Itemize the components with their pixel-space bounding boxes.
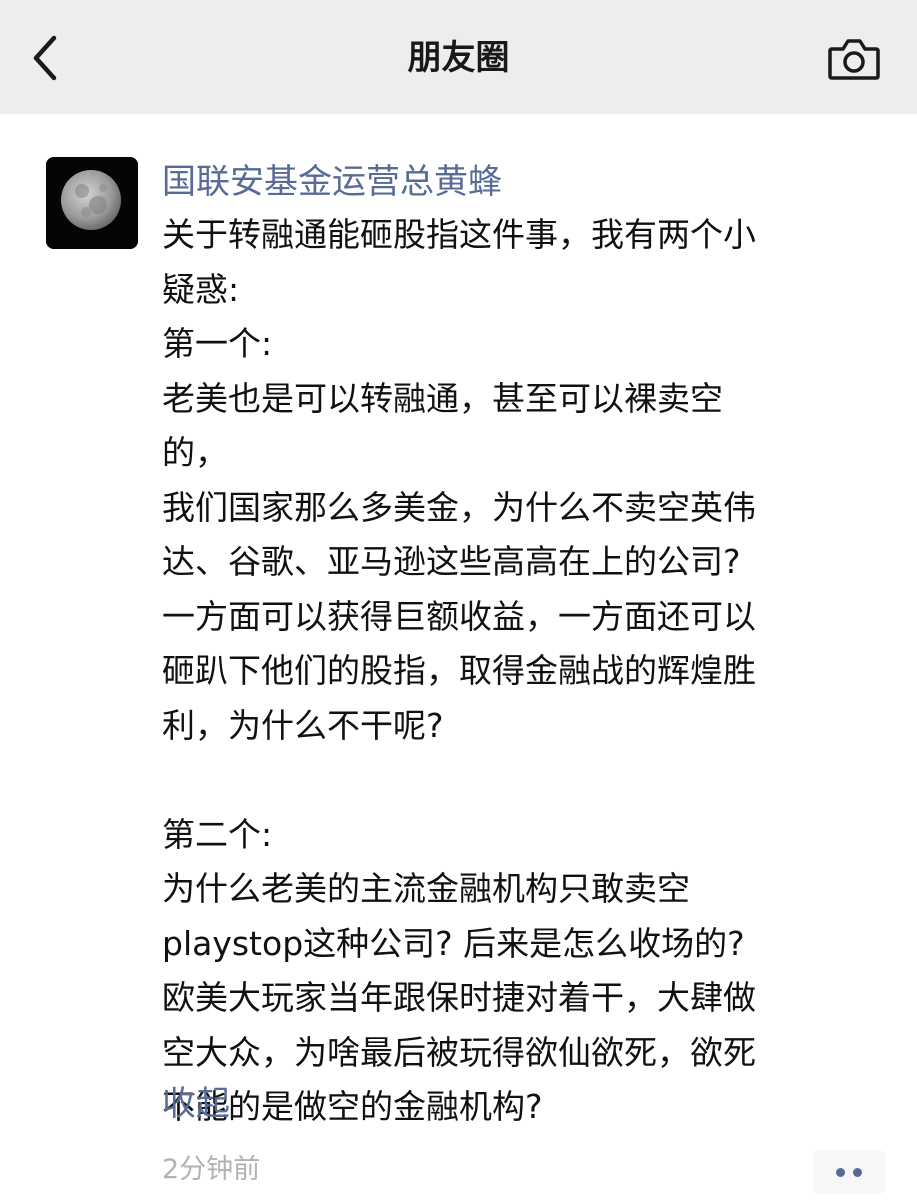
camera-button[interactable]	[826, 36, 882, 84]
post-text-line: playstop这种公司? 后来是怎么收场的?	[162, 923, 745, 963]
post-text-line: 欧美大玩家当年跟保时捷对着干，大肆做	[162, 978, 756, 1017]
camera-icon	[828, 39, 880, 80]
post-text-line: 关于转融通能砸股指这件事，我有两个小	[162, 215, 756, 254]
collapse-link[interactable]: 收起	[162, 1077, 230, 1131]
post-text-line: 第二个:	[162, 814, 273, 854]
page-title: 朋友圈	[407, 38, 510, 78]
post-text-line: 我们国家那么多美金，为什么不卖空英伟	[162, 487, 756, 527]
post-text-line: 的，	[162, 433, 228, 472]
post-text-line: 利，为什么不干呢?	[162, 705, 444, 745]
post-text-line: 达、谷歌、亚马逊这些高高在上的公司?	[162, 542, 741, 581]
nav-bar: 朋友圈	[0, 0, 917, 114]
post-text-line: 砸趴下他们的股指，取得金融战的辉煌胜	[162, 651, 756, 690]
post-body: 关于转融通能砸股指这件事，我有两个小 疑惑: 第一个: 老美也是可以转融通，甚至…	[162, 208, 902, 1135]
post-author[interactable]: 国联安基金运营总黄蜂	[162, 158, 902, 206]
post-text-line: 空大众，为啥最后被玩得欲仙欲死，欲死	[162, 1032, 756, 1072]
moon-icon	[46, 157, 138, 249]
post-text-line: 一方面可以获得巨额收益，一方面还可以	[162, 596, 756, 636]
post-text-line: 老美也是可以转融通，甚至可以裸卖空	[162, 378, 723, 418]
post-text-line: 疑惑:	[162, 269, 240, 309]
more-dots-icon	[853, 1168, 862, 1177]
avatar[interactable]	[46, 157, 138, 249]
post-timestamp: 2分钟前	[162, 1154, 261, 1185]
post-text-line: 第一个:	[162, 324, 273, 363]
more-dots-icon	[836, 1168, 845, 1177]
post-text-line: 为什么老美的主流金融机构只敢卖空	[162, 869, 690, 908]
more-actions-button[interactable]	[813, 1150, 885, 1194]
post-text-line: 不能的是做空的金融机构?	[162, 1087, 543, 1126]
moments-post: 国联安基金运营总黄蜂 关于转融通能砸股指这件事，我有两个小 疑惑: 第一个: 老…	[162, 158, 902, 1135]
